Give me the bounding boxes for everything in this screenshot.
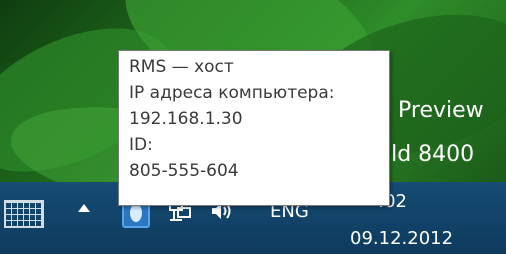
- id-value: 805-555-604: [129, 161, 239, 181]
- watermark-build-text: ild 8400: [385, 142, 475, 167]
- id-label: ID:: [129, 135, 153, 155]
- keyboard-icon[interactable]: [4, 200, 44, 228]
- clock-date[interactable]: 09.12.2012: [350, 228, 453, 249]
- ip-label: IP адреса компьютера:: [129, 83, 335, 103]
- tooltip-title: RMS — хост: [129, 57, 234, 77]
- rms-host-tooltip: RMS — хост IP адреса компьютера: 192.168…: [118, 50, 390, 206]
- chevron-up-icon[interactable]: [78, 204, 90, 212]
- ip-value: 192.168.1.30: [129, 109, 243, 129]
- watermark-text: Preview: [398, 98, 484, 123]
- rms-icon-glyph: [130, 204, 142, 222]
